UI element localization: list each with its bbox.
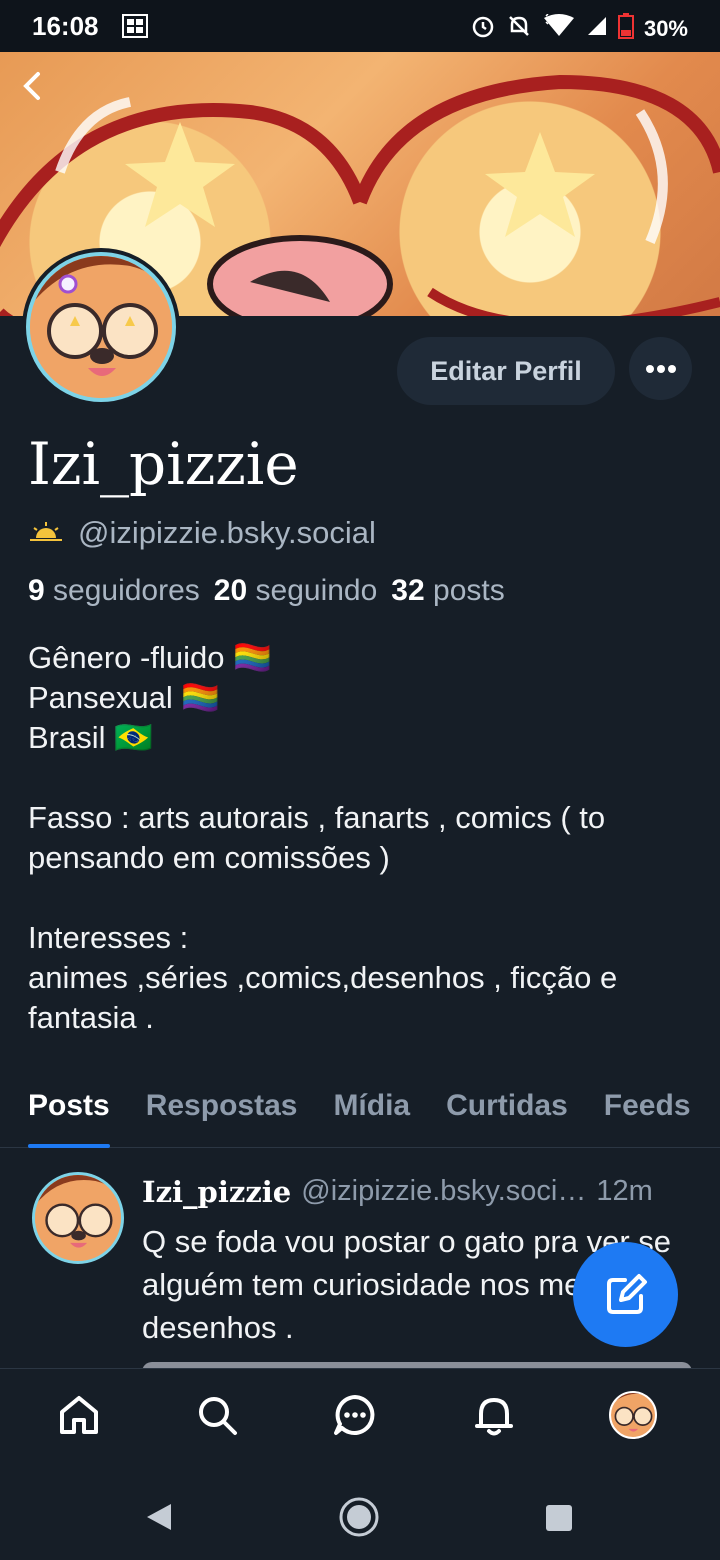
back-button[interactable]: [18, 68, 52, 108]
following-stat[interactable]: 20 seguindo: [214, 574, 378, 608]
profile-bio: Gênero -fluido 🏳️‍🌈 Pansexual 🏳️‍🌈 Brasi…: [28, 640, 618, 1035]
post-header: Izi_pizzie @izipizzie.bsky.soci… 12m: [142, 1175, 702, 1209]
system-back-button[interactable]: [145, 1502, 173, 1537]
mute-bell-icon: [506, 13, 532, 45]
nav-chat-button[interactable]: [331, 1391, 379, 1439]
system-recents-button[interactable]: [545, 1504, 573, 1537]
bottom-navigation: [0, 1368, 720, 1464]
followers-stat[interactable]: 9 seguidores: [28, 574, 200, 608]
followers-label: seguidores: [53, 574, 200, 607]
posts-count: 32: [391, 574, 425, 607]
posts-label: posts: [433, 574, 505, 607]
profile-avatar-icon: [609, 1391, 657, 1439]
sunrise-icon: [28, 517, 64, 549]
edit-profile-button[interactable]: Editar Perfil: [397, 337, 615, 405]
triangle-back-icon: [147, 1504, 171, 1530]
avatar-image: [26, 252, 176, 402]
signal-icon: [586, 15, 608, 43]
battery-percent: 30%: [643, 16, 688, 41]
more-options-button[interactable]: [629, 337, 692, 400]
nav-search-button[interactable]: [193, 1391, 241, 1439]
post-author-name[interactable]: Izi_pizzie: [142, 1175, 291, 1209]
square-recents-icon: [546, 1505, 572, 1531]
status-time: 16:08: [32, 11, 99, 41]
post-timestamp: 12m: [596, 1175, 653, 1207]
status-bar: 16:08 30%: [0, 0, 720, 52]
profile-handle: @izipizzie.bsky.social: [78, 515, 376, 550]
chevron-left-icon: [23, 72, 40, 100]
handle-row: @izipizzie.bsky.social: [28, 515, 376, 551]
tab-feeds[interactable]: Feeds: [586, 1080, 709, 1148]
tab-posts[interactable]: Posts: [0, 1080, 128, 1148]
display-name: Izi_pizzie: [28, 430, 299, 498]
profile-stats: 9 seguidores 20 seguindo 32 posts: [28, 574, 505, 608]
circle-home-icon: [339, 1497, 379, 1537]
followers-count: 9: [28, 574, 45, 607]
post-author-avatar[interactable]: [32, 1172, 124, 1264]
search-icon: [199, 1397, 237, 1435]
nav-notifications-button[interactable]: [470, 1391, 518, 1439]
tab-media[interactable]: Mídia: [315, 1080, 428, 1148]
profile-avatar[interactable]: [22, 248, 180, 406]
posts-stat: 32 posts: [391, 574, 504, 608]
alarm-icon: [470, 13, 496, 45]
compose-icon: [606, 1273, 647, 1314]
following-label: seguindo: [255, 574, 378, 607]
chat-icon: [334, 1395, 375, 1435]
wifi-icon: [542, 13, 576, 44]
nav-profile-button[interactable]: [609, 1391, 657, 1439]
compose-post-button[interactable]: [573, 1242, 678, 1347]
bell-icon: [475, 1398, 513, 1436]
nav-home-button[interactable]: [55, 1391, 103, 1439]
profile-tabs: Posts Respostas Mídia Curtidas Feeds: [0, 1080, 720, 1148]
system-navigation-bar: [0, 1464, 720, 1560]
gallery-notification-icon: [122, 14, 148, 45]
tab-likes[interactable]: Curtidas: [428, 1080, 586, 1148]
following-count: 20: [213, 574, 248, 607]
home-icon: [60, 1396, 98, 1434]
tab-replies[interactable]: Respostas: [128, 1080, 316, 1148]
post-author-handle[interactable]: @izipizzie.bsky.soci…: [301, 1175, 586, 1209]
more-dots-icon: [645, 364, 676, 373]
system-home-button[interactable]: [338, 1496, 380, 1543]
battery-icon: [617, 13, 634, 45]
